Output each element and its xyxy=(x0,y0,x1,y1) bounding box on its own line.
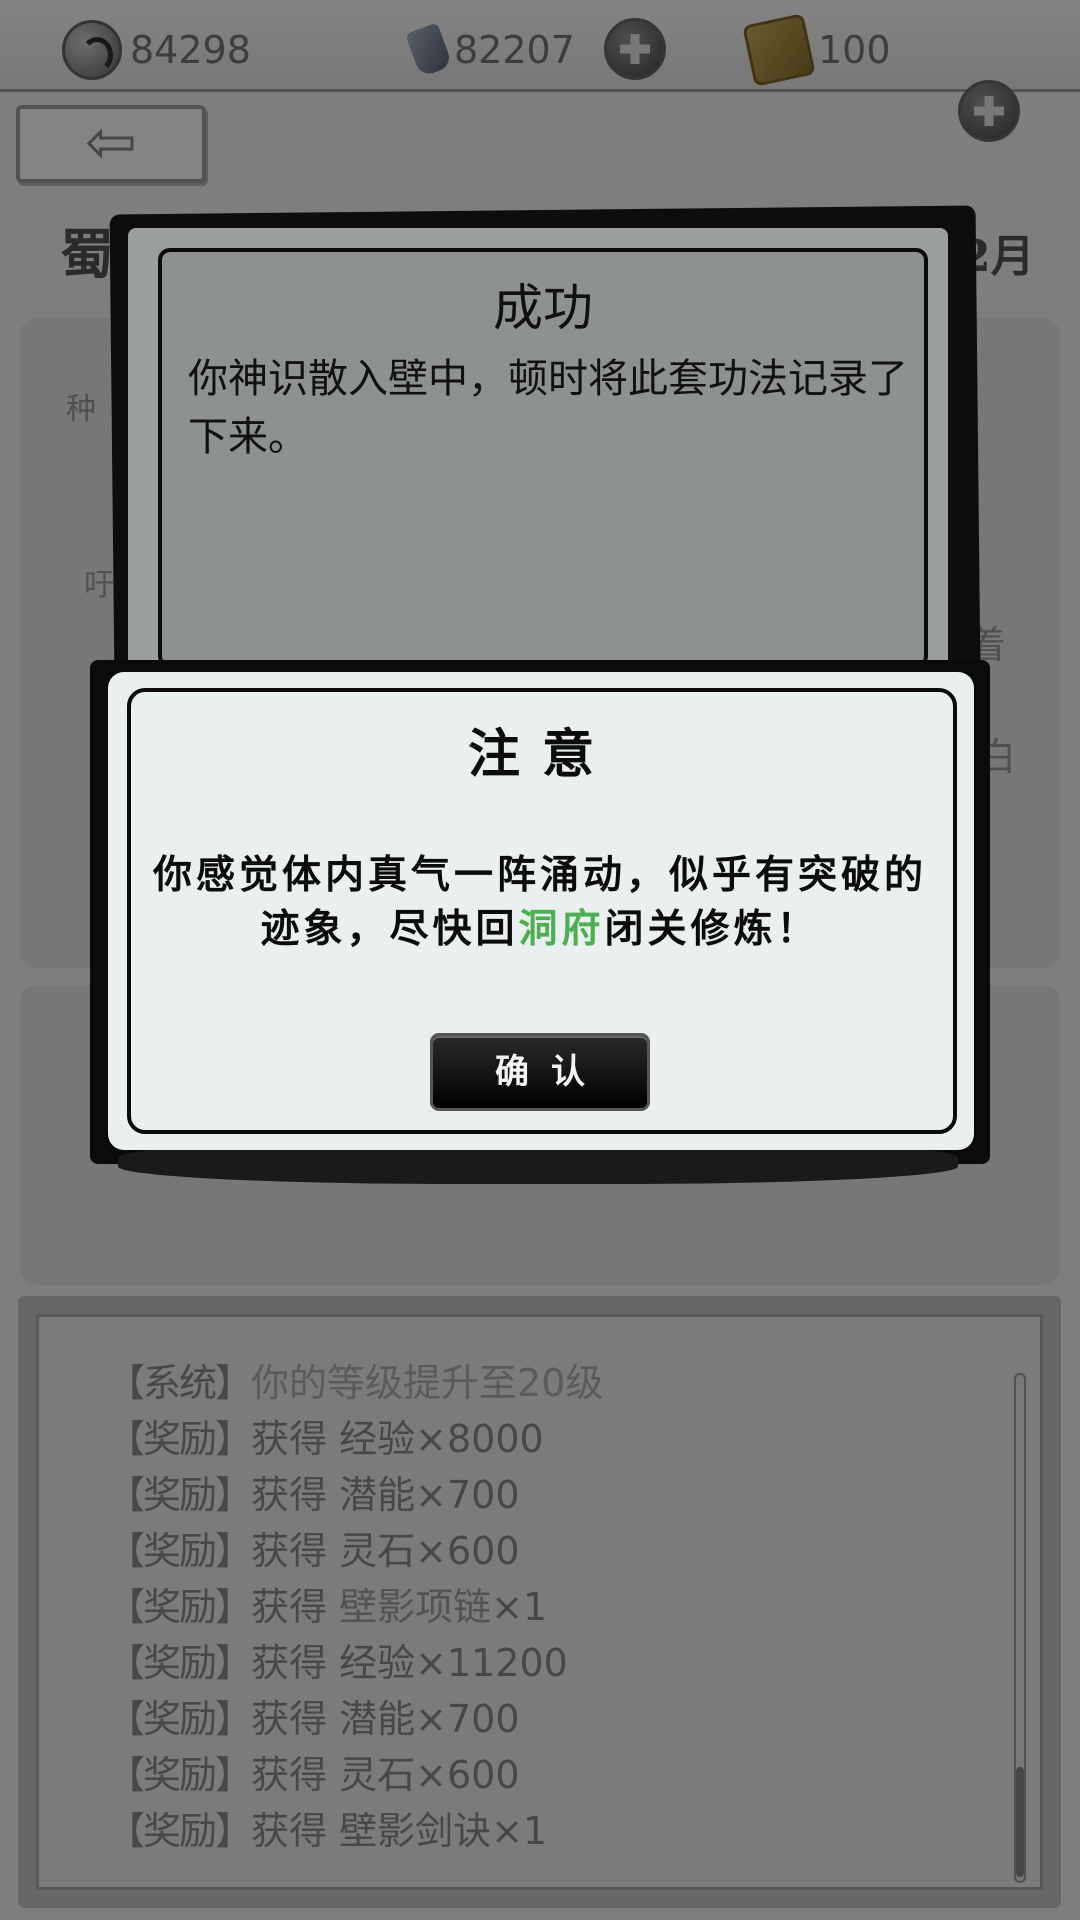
confirm-button[interactable]: 确认 xyxy=(430,1033,650,1111)
success-dialog-message: 你神识散入壁中，顿时将此套功法记录了下来。 xyxy=(188,356,908,460)
success-dialog-title: 成功 xyxy=(493,279,593,337)
notice-message-after: 闭关修炼！ xyxy=(604,906,820,952)
notice-message-highlight: 洞府 xyxy=(518,906,605,952)
notice-dialog-message: 你感觉体内真气一阵涌动，似乎有突破的迹象，尽快回洞府闭关修炼！ xyxy=(150,848,930,956)
notice-dialog-title: 注意 xyxy=(467,724,616,785)
